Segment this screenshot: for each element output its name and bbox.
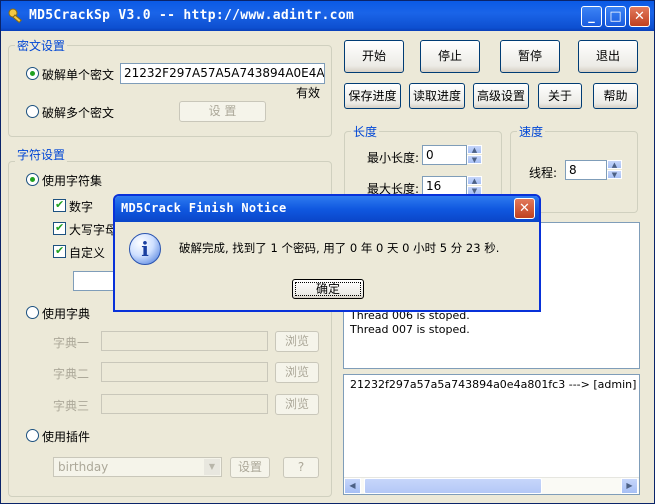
dict3-label: 字典三 xyxy=(53,399,90,413)
minimize-icon: _ xyxy=(588,9,595,24)
spin-down-icon[interactable]: ▼ xyxy=(607,170,622,179)
uppercase-label: 大写字母 xyxy=(69,223,118,237)
close-icon: ✕ xyxy=(519,201,530,216)
info-icon: i xyxy=(129,233,161,265)
spin-down-icon[interactable]: ▼ xyxy=(467,155,482,164)
dict3-input[interactable] xyxy=(101,394,268,414)
max-length-input[interactable]: 16 xyxy=(422,176,467,196)
stop-button[interactable]: 停止 xyxy=(420,40,480,73)
use-charset-radio[interactable] xyxy=(26,173,39,186)
scroll-thumb[interactable] xyxy=(364,478,542,494)
dict1-input[interactable] xyxy=(101,331,268,351)
threads-label: 线程: xyxy=(529,166,558,180)
dict1-browse-button[interactable]: 浏览 xyxy=(275,331,319,352)
load-progress-button[interactable]: 读取进度 xyxy=(409,83,465,109)
horizontal-scrollbar[interactable]: ◀ ▶ xyxy=(344,477,639,494)
scroll-left-icon[interactable]: ◀ xyxy=(344,478,361,494)
spin-up-icon[interactable]: ▲ xyxy=(467,145,482,154)
speed-group-label: 速度 xyxy=(517,123,546,140)
app-key-icon xyxy=(7,7,25,25)
plugin-settings-button[interactable]: 设置 xyxy=(230,457,270,478)
chevron-down-icon: ▼ xyxy=(204,459,220,475)
use-plugin-radio[interactable] xyxy=(26,429,39,442)
save-progress-button[interactable]: 保存进度 xyxy=(344,83,401,109)
charset-group-label: 字符设置 xyxy=(15,146,68,163)
uppercase-checkbox[interactable] xyxy=(53,221,66,235)
dict2-label: 字典二 xyxy=(53,367,90,381)
dialog-message: 破解完成, 找到了 1 个密码, 用了 0 年 0 天 0 小时 5 分 23 … xyxy=(179,241,500,255)
digits-checkbox[interactable] xyxy=(53,198,66,212)
plugin-help-button[interactable]: ? xyxy=(283,457,319,478)
custom-label: 自定义 xyxy=(69,246,106,260)
min-length-stepper[interactable]: ▲ ▼ xyxy=(467,145,482,165)
spin-up-icon[interactable]: ▲ xyxy=(607,160,622,169)
close-icon: ✕ xyxy=(634,9,645,24)
start-button[interactable]: 开始 xyxy=(344,40,404,73)
max-length-stepper[interactable]: ▲ ▼ xyxy=(467,176,482,196)
dialog-close-button[interactable]: ✕ xyxy=(514,198,535,219)
maximize-icon: □ xyxy=(609,9,622,24)
multi-cipher-radio[interactable] xyxy=(26,105,39,118)
scroll-right-icon[interactable]: ▶ xyxy=(621,478,638,494)
minimize-button[interactable]: _ xyxy=(581,6,602,27)
threads-input[interactable]: 8 xyxy=(565,160,607,180)
min-length-label: 最小长度: xyxy=(367,151,420,165)
custom-checkbox[interactable] xyxy=(53,244,66,258)
cipher-group-label: 密文设置 xyxy=(15,37,68,54)
advanced-settings-button[interactable]: 高级设置 xyxy=(473,83,529,109)
result-line: 21232f297a57a5a743894a0e4a801fc3 ---> [a… xyxy=(350,378,637,391)
dict1-label: 字典一 xyxy=(53,336,90,350)
pause-button[interactable]: 暂停 xyxy=(500,40,560,73)
dialog-title-bar[interactable]: MD5Crack Finish Notice ✕ xyxy=(115,196,539,222)
min-length-input[interactable]: 0 xyxy=(422,145,467,165)
single-cipher-label: 破解单个密文 xyxy=(42,68,115,82)
ok-button[interactable]: 确定 xyxy=(292,279,364,299)
finish-dialog: MD5Crack Finish Notice ✕ i 破解完成, 找到了 1 个… xyxy=(113,194,541,312)
use-dict-radio[interactable] xyxy=(26,306,39,319)
dict2-input[interactable] xyxy=(101,362,268,382)
results-list[interactable]: 21232f297a57a5a743894a0e4a801fc3 ---> [a… xyxy=(343,374,640,495)
use-plugin-label: 使用插件 xyxy=(42,430,91,444)
maximize-button[interactable]: □ xyxy=(605,6,626,27)
valid-status: 有效 xyxy=(296,86,321,100)
hash-input[interactable]: 21232F297A57A5A743894A0E4A801FC3 xyxy=(120,63,325,84)
use-charset-label: 使用字符集 xyxy=(42,174,103,188)
digits-label: 数字 xyxy=(69,200,94,214)
log-line: Thread 007 is stoped. xyxy=(350,323,470,336)
dict2-browse-button[interactable]: 浏览 xyxy=(275,362,319,383)
dict3-browse-button[interactable]: 浏览 xyxy=(275,394,319,415)
length-group-label: 长度 xyxy=(351,123,380,140)
plugin-select[interactable]: birthday ▼ xyxy=(53,457,222,477)
cipher-settings-button[interactable]: 设 置 xyxy=(179,101,266,122)
multi-cipher-label: 破解多个密文 xyxy=(42,106,115,120)
single-cipher-radio[interactable] xyxy=(26,67,39,80)
exit-button[interactable]: 退出 xyxy=(578,40,638,73)
close-button[interactable]: ✕ xyxy=(629,6,650,27)
title-bar[interactable]: MD5CrackSp V3.0 -- http://www.adintr.com… xyxy=(1,1,654,31)
main-window: MD5CrackSp V3.0 -- http://www.adintr.com… xyxy=(0,0,655,504)
dialog-title: MD5Crack Finish Notice xyxy=(121,201,287,215)
window-title: MD5CrackSp V3.0 -- http://www.adintr.com xyxy=(29,8,355,23)
spin-up-icon[interactable]: ▲ xyxy=(467,176,482,185)
help-button[interactable]: 帮助 xyxy=(593,83,638,109)
threads-stepper[interactable]: ▲ ▼ xyxy=(607,160,622,180)
cipher-group xyxy=(8,45,332,137)
about-button[interactable]: 关于 xyxy=(538,83,582,109)
use-dict-label: 使用字典 xyxy=(42,307,91,321)
